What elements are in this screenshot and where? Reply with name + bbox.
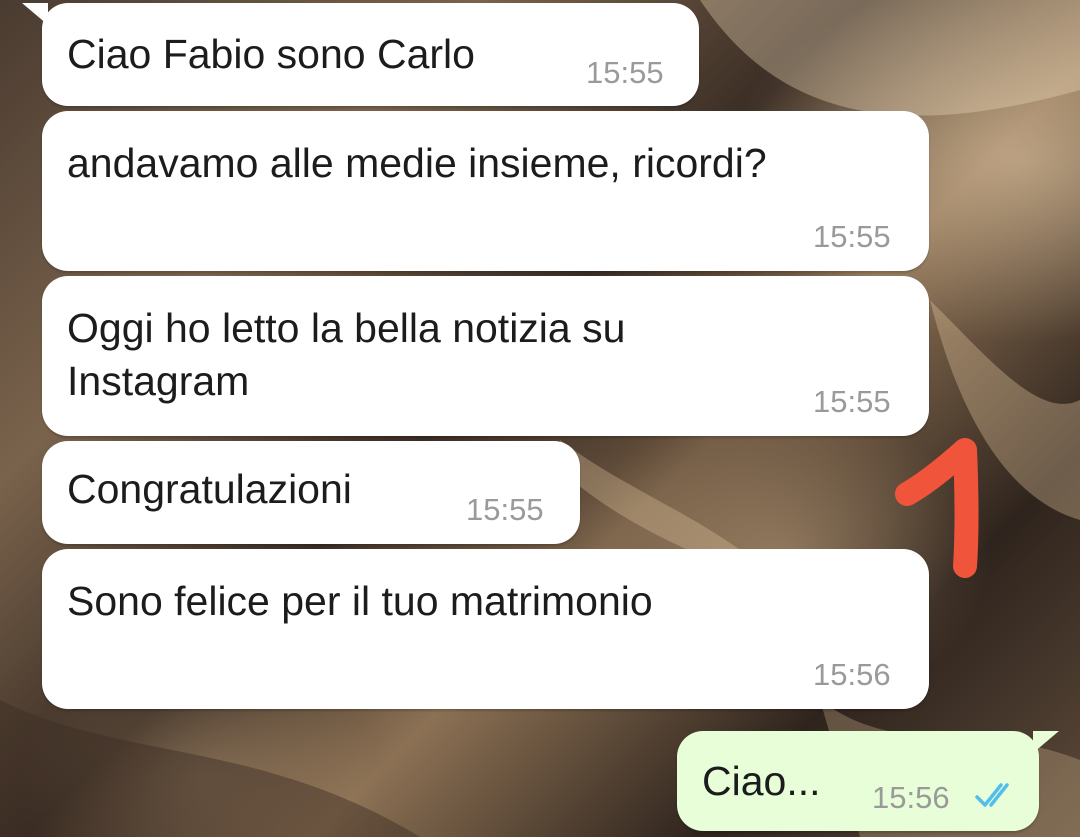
incoming-message[interactable]: Sono felice per il tuo matrimonio 15:56 xyxy=(42,549,929,709)
incoming-message[interactable]: Oggi ho letto la bella notizia su Instag… xyxy=(42,276,929,436)
bubble-tail xyxy=(1033,731,1059,753)
incoming-message[interactable]: Congratulazioni 15:55 xyxy=(42,441,580,544)
message-time: 15:55 xyxy=(813,219,891,254)
message-text: Oggi ho letto la bella notizia su Instag… xyxy=(67,305,626,404)
outgoing-message[interactable]: Ciao... 15:56 xyxy=(677,731,1059,831)
annotation-number-one-icon xyxy=(895,438,979,578)
message-text: Congratulazioni xyxy=(67,466,352,512)
message-time: 15:55 xyxy=(813,384,891,419)
message-text: Sono felice per il tuo matrimonio xyxy=(67,578,653,624)
message-text: Ciao... xyxy=(702,758,821,804)
bubble-tail xyxy=(22,3,48,25)
message-text: Ciao Fabio sono Carlo xyxy=(67,31,475,77)
incoming-message[interactable]: andavamo alle medie insieme, ricordi? 15… xyxy=(42,111,929,271)
message-time: 15:56 xyxy=(813,657,891,692)
message-text: andavamo alle medie insieme, ricordi? xyxy=(67,140,767,186)
incoming-message[interactable]: Ciao Fabio sono Carlo 15:55 xyxy=(22,3,699,106)
message-time: 15:56 xyxy=(872,780,950,815)
message-time: 15:55 xyxy=(466,492,544,527)
double-check-icon xyxy=(975,783,1009,807)
message-time: 15:55 xyxy=(586,55,664,90)
